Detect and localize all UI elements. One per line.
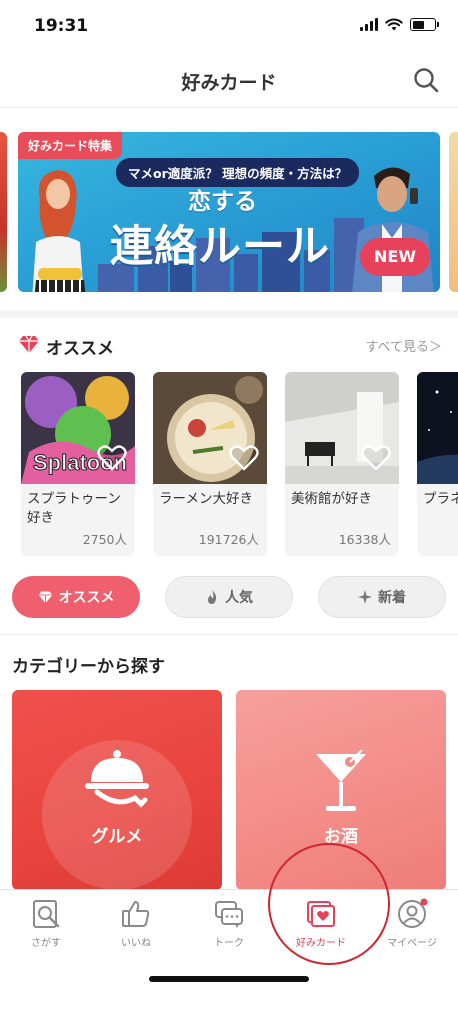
card-name: ラーメン大好き [159, 491, 253, 507]
heart-icon[interactable] [97, 444, 127, 472]
recommend-card[interactable]: Splatoon スプラトゥーン好き 2750人 [21, 372, 135, 556]
chat-icon [215, 901, 243, 928]
card-name: プラネ好き [423, 491, 458, 507]
diamond-icon [19, 335, 39, 353]
tab-like[interactable]: いいね [96, 898, 176, 954]
tab-bar: さがす いいね トーク 好みカード マイページ [0, 889, 458, 1024]
status-bar: 19:31 [0, 0, 458, 52]
recommend-header: オススメ すべて見る＞ [0, 330, 458, 360]
filter-recommend-chip[interactable]: オススメ [12, 576, 140, 618]
search-icon[interactable] [412, 66, 440, 94]
section-divider [0, 634, 458, 635]
sparkle-icon [358, 590, 372, 604]
tab-label: 好みカード [296, 938, 346, 949]
banner-tag: 好みカード特集 [18, 132, 123, 159]
tab-search[interactable]: さがす [6, 898, 86, 954]
category-label: グルメ [91, 827, 143, 847]
category-sake-card[interactable]: お酒 [236, 690, 446, 890]
filter-popular-chip[interactable]: 人気 [165, 576, 293, 618]
heart-icon[interactable] [361, 444, 391, 472]
thumbs-up-icon [122, 901, 150, 927]
card-name: 美術館が好き [291, 491, 372, 507]
card-icon [307, 901, 335, 927]
see-all-link[interactable]: すべて見る＞ [365, 336, 442, 355]
nav-header: 好みカード [0, 52, 458, 108]
tab-preference-cards[interactable]: 好みカード [281, 898, 361, 954]
recommend-card[interactable]: プラネ好き [417, 372, 458, 556]
flame-icon [208, 590, 217, 604]
filter-label: 新着 [378, 590, 406, 606]
recommend-title: オススメ [46, 339, 114, 359]
card-name: スプラトゥーン好き [27, 491, 121, 526]
woman-illustration [32, 170, 86, 292]
section-divider [0, 310, 458, 318]
new-badge: NEW [360, 238, 430, 276]
filter-label: オススメ [58, 590, 115, 606]
recommend-card[interactable]: ラーメン大好き 191726人 [153, 372, 267, 556]
tab-mypage[interactable]: マイページ [372, 898, 452, 954]
page-title: 好みカード [181, 72, 277, 94]
tab-label: さがす [31, 938, 61, 949]
wifi-icon [385, 18, 403, 31]
banner-carousel[interactable]: 好みカード特集 マメor適度派？ 理想の頻度・方法は？ 恋する 連絡ルール NE… [0, 126, 458, 296]
tab-label: マイページ [387, 938, 437, 949]
banner-headline: 連絡ルール [110, 222, 330, 272]
filter-new-chip[interactable]: 新着 [318, 576, 446, 618]
card-count: 2750人 [82, 532, 127, 547]
cocktail-icon [316, 750, 366, 811]
status-time: 19:31 [34, 16, 89, 36]
previous-banner-peek[interactable] [0, 132, 7, 292]
home-indicator [149, 976, 309, 982]
cloche-icon [85, 750, 149, 808]
feature-banner[interactable]: 好みカード特集 マメor適度派？ 理想の頻度・方法は？ 恋する 連絡ルール NE… [18, 132, 440, 292]
person-icon [398, 898, 428, 928]
category-label: お酒 [324, 827, 358, 847]
filter-row: オススメ 人気 新着 [0, 576, 458, 620]
search-tab-icon [33, 900, 60, 928]
status-icons [360, 18, 439, 31]
next-banner-peek[interactable] [449, 132, 458, 292]
diamond-icon [38, 591, 52, 604]
card-count: 16338人 [338, 532, 391, 547]
tab-label: トーク [214, 938, 244, 949]
category-section-title: カテゴリーから探す [12, 657, 165, 677]
card-image-planetarium [417, 372, 458, 484]
tab-talk[interactable]: トーク [189, 898, 269, 954]
tab-label: いいね [121, 938, 151, 949]
recommend-card[interactable]: 美術館が好き 16338人 [285, 372, 399, 556]
battery-icon [410, 18, 439, 31]
filter-label: 人気 [225, 590, 253, 606]
recommend-card-list: Splatoon スプラトゥーン好き 2750人 ラーメン大好き 191726人 [0, 372, 458, 560]
signal-icon [360, 18, 378, 31]
heart-icon[interactable] [229, 444, 259, 472]
banner-headline-small: 恋する [188, 189, 257, 215]
card-count: 191726人 [198, 532, 259, 547]
category-gourmet-card[interactable]: グルメ [12, 690, 222, 890]
